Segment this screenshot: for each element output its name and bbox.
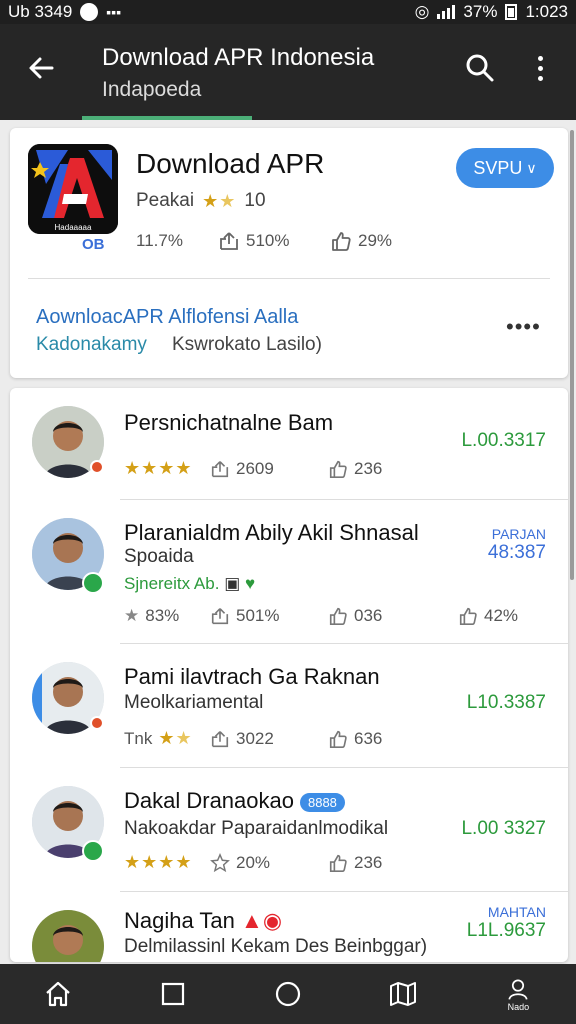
verified-badge-icon	[82, 840, 104, 862]
thumbs-up-icon	[329, 607, 347, 625]
alert-badge-icon: ◉	[262, 908, 283, 933]
app-badge: OB	[82, 236, 105, 253]
list-item-tag[interactable]: Sjnereitx Ab. ▣ ♥	[124, 574, 255, 594]
avatar[interactable]	[32, 910, 104, 962]
share-icon	[211, 460, 229, 477]
list-item-price: PARJAN 48:387	[487, 526, 546, 563]
list-item[interactable]: Persnichatnalne Bam ★★★★ 2609 236 L.00.3…	[10, 388, 568, 500]
bottom-nav: Nado	[0, 964, 576, 1024]
list-item-title: Persnichatnalne Bam	[124, 410, 334, 435]
overflow-menu-icon[interactable]	[522, 48, 558, 88]
profile-icon	[508, 979, 528, 1000]
rating-stars: ★★	[202, 190, 237, 211]
list-item-subtitle: Nakoakdar Paparaidanlmodikal	[124, 818, 389, 839]
app-name: Download APR	[136, 148, 325, 179]
app-logo-icon[interactable]: Hadaaaaa	[28, 144, 118, 234]
list-item[interactable]: Dakal Dranaokao 8888 Nakoakdar Paparaidan…	[10, 768, 568, 892]
list-item[interactable]: Nagiha Tan ▲◉ Delmilassinl Kekam Des Bei…	[10, 892, 568, 962]
page-subtitle: Indapoeda	[102, 78, 202, 101]
stat-item: 510%	[218, 230, 330, 252]
list-item-stats: ★★★★ 2609 236	[124, 458, 383, 478]
alarm-icon: ◎	[414, 2, 430, 21]
thumbs-up-icon	[332, 232, 351, 251]
list-item-title: Plaranialdm Abily Akil Shnasal	[124, 520, 419, 545]
more-notifications-icon: ▪▪▪	[106, 4, 122, 20]
reviewer-list: Persnichatnalne Bam ★★★★ 2609 236 L.00.3…	[10, 388, 568, 962]
nav-home-circle-icon[interactable]	[263, 971, 313, 1017]
list-item-stats: Tnk ★★ 3022 636	[124, 728, 383, 748]
warning-icon: ▲	[241, 908, 263, 933]
tab-indicator	[82, 116, 252, 120]
app-category-desc: Kswrokato Lasilo)	[172, 334, 322, 355]
list-item-title: Dakal Dranaokao 8888	[124, 788, 345, 814]
nav-recents-icon[interactable]	[148, 971, 198, 1017]
search-icon[interactable]	[460, 48, 500, 88]
rating-value: 10	[244, 190, 266, 211]
nav-profile-button[interactable]: Nado	[493, 971, 543, 1017]
list-item-title: Pami ilavtrach Ga Raknan	[124, 664, 380, 689]
star-outline-icon	[210, 852, 230, 872]
rating-stars: ★★★★	[124, 852, 193, 872]
thumbs-up-icon	[329, 460, 347, 478]
rating-stars: ★★★★	[124, 458, 193, 478]
app-logo-caption: Hadaaaaa	[55, 223, 92, 232]
list-item-subtitle: Spoaida	[124, 546, 194, 567]
battery-icon	[505, 4, 518, 20]
list-item[interactable]: Pami ilavtrach Ga Raknan Meolkariamental…	[10, 644, 568, 768]
list-item[interactable]: Plaranialdm Abily Akil Shnasal Spoaida S…	[10, 500, 568, 644]
heart-badge-icon: ♥	[244, 574, 256, 593]
list-item-subtitle: Delmilassinl Kekam Des Beinbggar)	[124, 936, 428, 957]
nav-home-icon[interactable]	[33, 971, 83, 1017]
save-button[interactable]: SVPU ∨	[456, 148, 554, 188]
list-item-price: L10.3387	[466, 692, 546, 713]
list-item-stats: ★ 83% 501% 036 42%	[124, 606, 519, 625]
app-category-tag[interactable]: Kadonakamy	[36, 334, 147, 356]
notification-icon	[80, 3, 99, 21]
app-stats: 11.7% 510% 29%	[136, 230, 410, 252]
app-link[interactable]: AownloacAPR Alflofensi Aalla	[36, 306, 298, 329]
list-item-pill[interactable]: 8888	[299, 792, 345, 812]
star-icon: ★	[124, 606, 140, 625]
qr-icon: ▣	[224, 574, 241, 593]
list-item-price: MAHTAN L1L.9637	[466, 904, 546, 941]
thumbs-up-icon	[329, 730, 347, 748]
stat-item: 29%	[330, 230, 410, 252]
back-arrow-icon[interactable]	[22, 48, 62, 88]
share-icon	[211, 608, 229, 625]
rating-label: Peakai	[136, 190, 195, 211]
clock: 1:023	[525, 2, 568, 21]
nav-profile-label: Nado	[507, 1002, 530, 1012]
chevron-down-icon: ∨	[526, 159, 537, 176]
card-more-icon[interactable]: ••••	[506, 314, 541, 340]
list-item-title: Nagiha Tan ▲◉	[124, 908, 283, 933]
status-dot-icon	[90, 716, 104, 730]
scrollbar[interactable]	[570, 130, 574, 580]
nav-map-icon[interactable]	[378, 971, 428, 1017]
status-dot-icon	[90, 460, 104, 474]
list-item-subtitle: Meolkariamental	[124, 692, 264, 713]
thumbs-up-icon	[329, 854, 347, 872]
page-title: Download APR Indonesia	[102, 44, 375, 71]
app-detail-card: Hadaaaaa Download APR Peakai ★★ 10 OB 11…	[10, 128, 568, 378]
share-icon	[211, 730, 229, 747]
app-bar: Download APR Indonesia Indapoeda	[0, 24, 576, 120]
status-bar: Ub 3349 ▪▪▪ ◎ 37% 1:023	[0, 0, 576, 24]
stat-item: 11.7%	[136, 231, 183, 250]
rating-stars: ★★	[158, 728, 193, 748]
app-rating-row: Peakai ★★ 10	[136, 190, 266, 212]
list-item-stats: ★★★★ 20% 236	[124, 852, 383, 872]
battery-percent: 37%	[463, 2, 498, 21]
verified-badge-icon	[82, 572, 104, 594]
thumbs-up-icon	[459, 607, 477, 625]
list-item-price: L.00 3327	[461, 818, 546, 839]
card-divider	[28, 278, 550, 279]
share-icon	[220, 232, 238, 250]
list-item-price: L.00.3317	[461, 430, 546, 451]
status-left-text: Ub 3349	[8, 2, 73, 21]
signal-icon	[437, 5, 456, 19]
